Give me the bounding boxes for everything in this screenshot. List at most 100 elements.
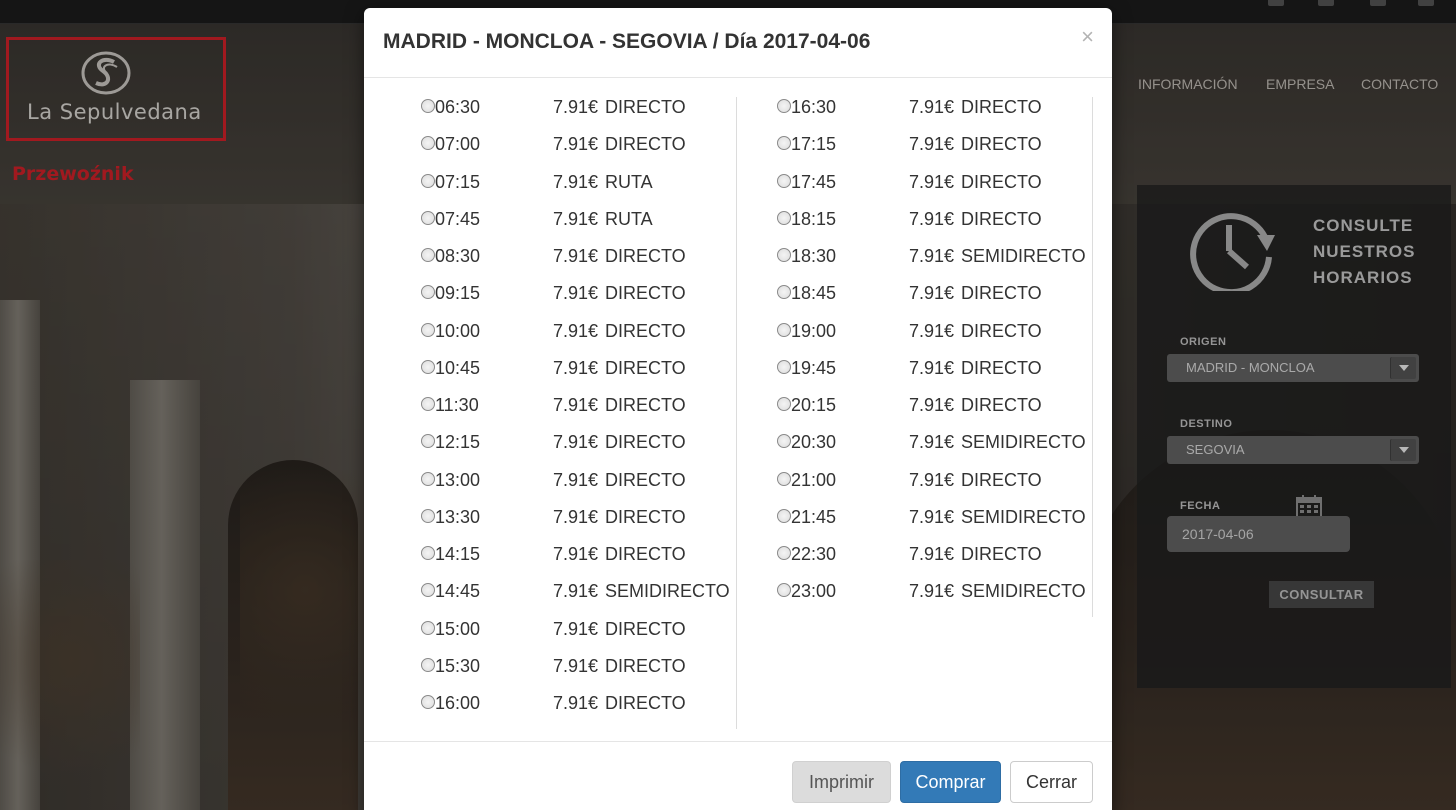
radio-button[interactable] <box>777 173 791 188</box>
print-button[interactable]: Imprimir <box>792 761 891 803</box>
schedule-row[interactable]: 07:15 7.91€ RUTA <box>419 172 736 209</box>
schedule-row[interactable]: 16:00 7.91€ DIRECTO <box>419 693 736 730</box>
radio-button[interactable] <box>421 210 435 225</box>
radio-button[interactable] <box>777 210 791 225</box>
radio-button[interactable] <box>777 583 791 598</box>
schedule-row[interactable]: 20:30 7.91€ SEMIDIRECTO <box>775 432 1092 469</box>
ticket-price: 7.91€ <box>553 469 599 490</box>
ticket-price: 7.91€ <box>909 469 955 490</box>
schedule-column-left: 06:30 7.91€ DIRECTO 07:00 7.91€ DIRECTO 07:15 7… <box>419 97 737 729</box>
radio-button[interactable] <box>777 99 791 113</box>
schedule-row[interactable]: 07:45 7.91€ RUTA <box>419 209 736 246</box>
schedule-row[interactable]: 21:00 7.91€ DIRECTO <box>775 470 1092 507</box>
buy-button[interactable]: Comprar <box>900 761 1001 803</box>
radio-button[interactable] <box>777 508 791 523</box>
departure-time: 12:15 <box>435 432 481 453</box>
radio-button[interactable] <box>421 99 435 113</box>
departure-time: 10:00 <box>435 320 481 341</box>
departure-time: 18:30 <box>791 246 837 266</box>
schedule-row[interactable]: 13:00 7.91€ DIRECTO <box>419 470 736 507</box>
radio-button[interactable] <box>421 322 435 337</box>
radio-button[interactable] <box>421 583 435 598</box>
ticket-price: 7.91€ <box>909 432 955 453</box>
radio-button[interactable] <box>421 248 435 262</box>
radio-button[interactable] <box>777 546 791 560</box>
departure-time: 11:30 <box>435 395 479 415</box>
service-type: DIRECTO <box>961 357 1042 378</box>
radio-button[interactable] <box>421 173 435 188</box>
departure-time: 19:45 <box>791 357 837 378</box>
radio-button[interactable] <box>777 136 791 151</box>
radio-button[interactable] <box>777 434 791 449</box>
departure-time: 21:45 <box>791 506 837 527</box>
radio-button[interactable] <box>421 471 435 486</box>
modal-title: MADRID - MONCLOA - SEGOVIA / Día 2017-04… <box>383 30 871 53</box>
radio-button[interactable] <box>421 397 435 411</box>
schedule-modal: MADRID - MONCLOA - SEGOVIA / Día 2017-04… <box>364 8 1112 810</box>
radio-button[interactable] <box>777 285 791 300</box>
schedule-row[interactable]: 15:30 7.91€ DIRECTO <box>419 656 736 693</box>
radio-button[interactable] <box>421 434 435 449</box>
schedule-row[interactable]: 15:00 7.91€ DIRECTO <box>419 619 736 656</box>
schedule-row[interactable]: 09:15 7.91€ DIRECTO <box>419 283 736 320</box>
schedule-row[interactable]: 17:45 7.91€ DIRECTO <box>775 172 1092 209</box>
service-type: DIRECTO <box>605 506 686 527</box>
close-icon[interactable]: × <box>1081 24 1094 50</box>
schedule-row[interactable]: 08:30 7.91€ DIRECTO <box>419 246 736 283</box>
schedule-row[interactable]: 19:45 7.91€ DIRECTO <box>775 358 1092 395</box>
schedule-row[interactable]: 19:00 7.91€ DIRECTO <box>775 321 1092 358</box>
radio-button[interactable] <box>777 359 791 374</box>
schedule-row[interactable]: 06:30 7.91€ DIRECTO <box>419 97 736 134</box>
ticket-price: 7.91€ <box>909 506 955 527</box>
schedule-row[interactable]: 22:30 7.91€ DIRECTO <box>775 544 1092 581</box>
departure-time: 07:15 <box>435 171 481 192</box>
radio-button[interactable] <box>421 136 435 151</box>
service-type: DIRECTO <box>605 134 686 155</box>
schedule-row[interactable]: 21:45 7.91€ SEMIDIRECTO <box>775 507 1092 544</box>
ticket-price: 7.91€ <box>909 320 955 341</box>
service-type: SEMIDIRECTO <box>961 581 1086 602</box>
schedule-row[interactable]: 17:15 7.91€ DIRECTO <box>775 134 1092 171</box>
schedule-row[interactable]: 14:45 7.91€ SEMIDIRECTO <box>419 581 736 618</box>
departure-time: 16:30 <box>791 97 837 117</box>
service-type: DIRECTO <box>605 395 686 415</box>
radio-button[interactable] <box>421 285 435 300</box>
departure-time: 06:30 <box>435 97 481 117</box>
departure-time: 13:00 <box>435 469 481 490</box>
schedule-row[interactable]: 07:00 7.91€ DIRECTO <box>419 134 736 171</box>
ticket-price: 7.91€ <box>909 208 955 229</box>
schedule-row[interactable]: 18:45 7.91€ DIRECTO <box>775 283 1092 320</box>
schedule-row[interactable]: 10:45 7.91€ DIRECTO <box>419 358 736 395</box>
radio-button[interactable] <box>421 620 435 635</box>
ticket-price: 7.91€ <box>553 134 599 155</box>
ticket-price: 7.91€ <box>553 395 599 415</box>
departure-time: 09:15 <box>435 283 481 304</box>
ticket-price: 7.91€ <box>553 320 599 341</box>
radio-button[interactable] <box>421 546 435 560</box>
schedule-row[interactable]: 11:30 7.91€ DIRECTO <box>419 395 736 432</box>
radio-button[interactable] <box>777 322 791 337</box>
radio-button[interactable] <box>777 248 791 262</box>
modal-body: 06:30 7.91€ DIRECTO 07:00 7.91€ DIRECTO 07:15 7… <box>364 79 1112 741</box>
schedule-row[interactable]: 18:30 7.91€ SEMIDIRECTO <box>775 246 1092 283</box>
schedule-row[interactable]: 13:30 7.91€ DIRECTO <box>419 507 736 544</box>
close-button[interactable]: Cerrar <box>1010 761 1093 803</box>
radio-button[interactable] <box>421 508 435 523</box>
radio-button[interactable] <box>777 471 791 486</box>
schedule-row[interactable]: 14:15 7.91€ DIRECTO <box>419 544 736 581</box>
schedule-row[interactable]: 18:15 7.91€ DIRECTO <box>775 209 1092 246</box>
radio-button[interactable] <box>421 695 435 709</box>
schedule-row[interactable]: 23:00 7.91€ SEMIDIRECTO <box>775 581 1092 618</box>
schedule-row[interactable]: 16:30 7.91€ DIRECTO <box>775 97 1092 134</box>
schedule-row[interactable]: 20:15 7.91€ DIRECTO <box>775 395 1092 432</box>
service-type: DIRECTO <box>605 246 686 266</box>
radio-button[interactable] <box>421 359 435 374</box>
departure-time: 07:45 <box>435 208 481 229</box>
service-type: DIRECTO <box>605 544 686 564</box>
schedule-row[interactable]: 12:15 7.91€ DIRECTO <box>419 432 736 469</box>
radio-button[interactable] <box>777 397 791 411</box>
schedule-row[interactable]: 10:00 7.91€ DIRECTO <box>419 321 736 358</box>
ticket-price: 7.91€ <box>553 208 599 229</box>
radio-button[interactable] <box>421 657 435 672</box>
service-type: DIRECTO <box>961 97 1042 117</box>
